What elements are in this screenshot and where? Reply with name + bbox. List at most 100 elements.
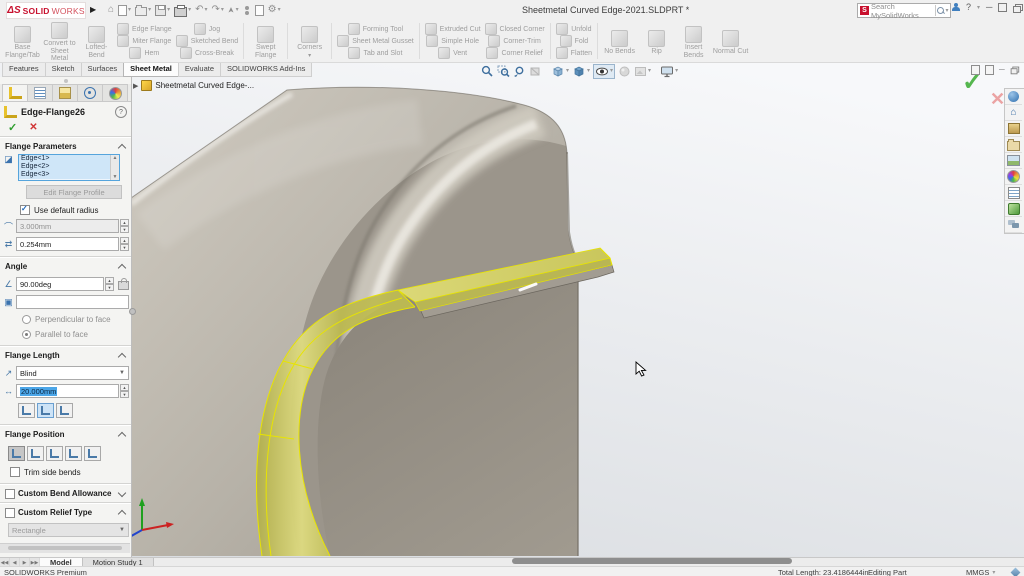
flyout-feature-tree[interactable]: ▶ Sheetmetal Curved Edge-...	[133, 80, 254, 91]
material-outside-toggle[interactable]	[27, 446, 44, 461]
unit-system-selector[interactable]: MMGS▾	[966, 568, 995, 576]
bend-radius-input[interactable]: 3.000mm	[16, 219, 119, 233]
pm-ok-button[interactable]: ✓	[8, 121, 17, 134]
ribbon-fold-button[interactable]: Fold	[560, 36, 589, 47]
trim-side-bends-row[interactable]: Trim side bends	[10, 467, 131, 477]
section-custom-bend-allowance[interactable]: Custom Bend Allowance	[0, 487, 131, 500]
parallel-radio[interactable]	[22, 330, 31, 339]
ribbon-sheet-metal-gusset-button[interactable]: Sheet Metal Gusset	[337, 36, 413, 47]
panel-horizontal-scrollbar[interactable]	[0, 543, 130, 553]
design-library-tab[interactable]	[1005, 121, 1022, 137]
pm-cancel-button[interactable]: ✕	[29, 122, 37, 133]
undo-button[interactable]: ↶▾	[195, 5, 207, 15]
flange-angle-input[interactable]: 90.00deg	[16, 277, 104, 291]
section-custom-relief-type[interactable]: Custom Relief Type	[0, 506, 131, 519]
view-settings-button[interactable]: ▾	[660, 65, 678, 78]
flange-length-input[interactable]: 20.000mm	[16, 384, 119, 398]
display-style-button[interactable]: ▾	[572, 65, 590, 78]
help-dropdown-caret-icon[interactable]: ▾	[977, 5, 980, 11]
section-angle[interactable]: Angle	[0, 260, 131, 273]
perpendicular-radio[interactable]	[22, 315, 31, 324]
radius-spinner[interactable]: ▲▼	[120, 219, 129, 233]
section-flange-parameters[interactable]: Flange Parameters	[0, 140, 131, 153]
panel-splitter-handle[interactable]	[129, 308, 136, 315]
display-manager-tab[interactable]	[102, 84, 128, 101]
configuration-manager-tab[interactable]	[52, 84, 78, 101]
trim-side-bends-checkbox[interactable]	[10, 467, 20, 477]
tab-surfaces[interactable]: Surfaces	[81, 62, 125, 77]
perpendicular-to-face-option[interactable]: Perpendicular to face	[22, 315, 131, 324]
zoom-to-fit-button[interactable]	[481, 65, 494, 78]
ribbon-cross-break-button[interactable]: Cross-Break	[180, 48, 234, 59]
search-submit-button[interactable]: ▾	[935, 5, 950, 16]
ribbon-convert-to-sheet-metal-button[interactable]: Convert to Sheet Metal	[41, 19, 78, 63]
custom-bend-allowance-checkbox[interactable]	[5, 489, 15, 499]
ribbon-normal-cut-button[interactable]: Normal Cut	[712, 27, 749, 56]
face-selection-box[interactable]	[16, 295, 129, 309]
tangent-bend-toggle[interactable]	[56, 403, 73, 418]
ribbon-swept-flange-button[interactable]: Swept Flange	[247, 23, 284, 59]
user-account-icon[interactable]	[952, 3, 960, 12]
ribbon-sketched-bend-button[interactable]: Sketched Bend	[176, 36, 238, 47]
edit-flange-profile-button[interactable]: Edit Flange Profile	[26, 185, 122, 199]
new-document-button[interactable]: ▾	[118, 5, 131, 16]
ribbon-tab-and-slot-button[interactable]: Tab and Slot	[348, 48, 402, 59]
use-default-radius-row[interactable]: Use default radius	[20, 205, 131, 215]
ribbon-no-bends-button[interactable]: No Bends	[601, 27, 638, 56]
print-button[interactable]: ▾	[174, 4, 191, 17]
bend-from-virtual-sharp-toggle[interactable]	[65, 446, 82, 461]
appearances-scenes-tab[interactable]	[1005, 169, 1022, 185]
tab-evaluate[interactable]: Evaluate	[178, 62, 221, 77]
list-item[interactable]: Edge<3>	[19, 171, 119, 179]
ribbon-insert-bends-button[interactable]: Insert Bends	[675, 23, 712, 59]
ribbon-flatten-button[interactable]: Flatten	[556, 48, 592, 59]
length-spinner[interactable]: ▲▼	[120, 384, 129, 398]
ribbon-hem-button[interactable]: Hem	[129, 48, 159, 59]
view-orientation-button[interactable]: ▾	[551, 65, 569, 78]
minimize-button[interactable]: ─	[986, 3, 992, 12]
property-manager-tab[interactable]	[2, 84, 28, 101]
zoom-to-area-button[interactable]	[497, 65, 510, 78]
ribbon-vent-button[interactable]: Vent	[438, 48, 467, 59]
apply-scene-button[interactable]: ▾	[634, 65, 651, 78]
ribbon-base-flange-button[interactable]: Base Flange/Tab	[4, 23, 41, 59]
tab-solidworks-add-ins[interactable]: SOLIDWORKS Add-Ins	[220, 62, 312, 77]
section-flange-position[interactable]: Flange Position	[0, 428, 131, 441]
ribbon-extruded-cut-button[interactable]: Extruded Cut	[425, 24, 481, 35]
graphics-viewport[interactable]	[0, 62, 1024, 558]
bend-outside-toggle[interactable]	[46, 446, 63, 461]
select-button[interactable]: ➤▾	[228, 5, 239, 15]
length-end-condition-select[interactable]: Blind▼	[16, 366, 129, 380]
status-tip-icon[interactable]	[1011, 567, 1021, 576]
help-button[interactable]: ?	[966, 3, 971, 12]
edge-selection-list[interactable]: Edge<1> Edge<2> Edge<3> ▲▼	[18, 154, 120, 181]
solidworks-add-ins-tab[interactable]	[1005, 201, 1022, 217]
use-default-radius-checkbox[interactable]	[20, 205, 30, 215]
search-input[interactable]: Search MySolidWorks	[871, 2, 935, 20]
list-scrollbar[interactable]: ▲▼	[110, 155, 119, 180]
solidworks-forum-tab[interactable]	[1005, 217, 1022, 233]
section-flange-length[interactable]: Flange Length	[0, 349, 131, 362]
tab-sheet-metal[interactable]: Sheet Metal	[123, 62, 179, 77]
maximize-button[interactable]	[998, 3, 1007, 12]
redo-button[interactable]: ↷▾	[212, 5, 224, 15]
ribbon-rip-button[interactable]: Rip	[638, 27, 675, 56]
angle-spinner[interactable]: ▲▼	[105, 277, 114, 291]
ribbon-lofted-bend-button[interactable]: Lofted-Bend	[78, 23, 115, 59]
ribbon-closed-corner-button[interactable]: Closed Corner	[485, 24, 545, 35]
custom-properties-tab[interactable]	[1005, 185, 1022, 201]
material-inside-toggle[interactable]	[8, 446, 25, 461]
save-button[interactable]: ▾	[155, 5, 170, 16]
solidworks-logo[interactable]: ΔS SOLID WORKS	[6, 2, 86, 19]
ribbon-corner-relief-button[interactable]: Corner Relief	[486, 48, 542, 59]
edit-appearance-button[interactable]	[618, 65, 631, 78]
ribbon-edge-flange-button[interactable]: Edge Flange	[117, 24, 172, 35]
solidworks-resources-tab[interactable]	[1005, 89, 1022, 105]
feature-manager-tab[interactable]	[27, 84, 53, 101]
confirmation-cancel-button[interactable]: ✕	[990, 90, 1005, 108]
ribbon-corner-trim-button[interactable]: Corner-Trim	[488, 36, 540, 47]
list-item[interactable]: Edge<2>	[19, 163, 119, 171]
relief-type-select[interactable]: Rectangle▼	[8, 523, 129, 537]
restore-button[interactable]	[1013, 4, 1022, 12]
new-window-icon[interactable]	[971, 65, 980, 75]
